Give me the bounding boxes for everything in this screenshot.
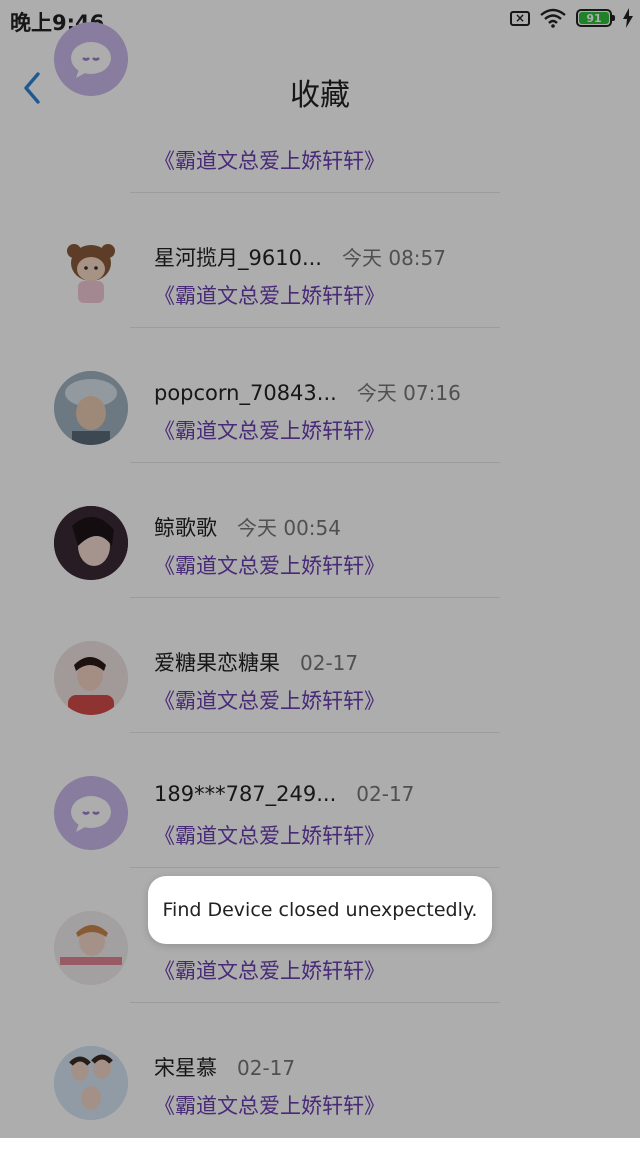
divider (130, 597, 500, 598)
user-name-line: popcorn_70843... 今天 07:16 (154, 377, 461, 406)
user-name: popcorn_70843... (154, 381, 337, 405)
avatar (54, 911, 128, 985)
book-title: 《霸道文总爱上娇轩轩》 (154, 419, 385, 443)
user-name: 星河揽月_9610... (154, 246, 322, 270)
user-name-line: 爱糖果恋糖果 02-17 (154, 647, 358, 677)
divider (130, 732, 500, 733)
chat-bubble-icon (71, 796, 111, 832)
book-title: 《霸道文总爱上娇轩轩》 (154, 689, 385, 713)
avatar-photo-girl (54, 506, 128, 580)
avatar-photo-boy (54, 911, 128, 985)
book-title: 《霸道文总爱上娇轩轩》 (154, 284, 385, 308)
list-item[interactable]: 爱糖果恋糖果 02-17 《霸道文总爱上娇轩轩》 (0, 627, 640, 762)
user-name-line: 宋星慕 02-17 (154, 1052, 295, 1082)
avatar (54, 776, 128, 850)
book-title: 《霸道文总爱上娇轩轩》 (154, 554, 385, 578)
user-name-line: 星河揽月_9610... 今天 08:57 (154, 242, 446, 272)
divider (130, 867, 500, 868)
timestamp: 02-17 (237, 1056, 296, 1080)
list-item[interactable]: 星河揽月_9610... 今天 08:57 《霸道文总爱上娇轩轩》 (0, 222, 640, 357)
avatar (54, 641, 128, 715)
divider (130, 327, 500, 328)
user-name: 鲸歌歌 (154, 516, 217, 540)
book-title: 《霸道文总爱上娇轩轩》 (154, 824, 385, 848)
user-name: 宋星慕 (154, 1056, 217, 1080)
avatar-cartoon-bear-girl (67, 244, 115, 303)
list-item[interactable]: 《霸道文总爱上娇轩轩》 (0, 22, 640, 193)
avatar (54, 233, 128, 307)
avatar-photo-girl (54, 641, 128, 715)
avatar-photo-boys (54, 1046, 128, 1120)
avatar (54, 1046, 128, 1120)
timestamp: 02-17 (300, 651, 359, 675)
timestamp: 今天 00:54 (237, 516, 341, 540)
user-name-line: 鲸歌歌 今天 00:54 (154, 512, 341, 542)
book-title: 《霸道文总爱上娇轩轩》 (154, 959, 385, 983)
avatar (54, 371, 128, 445)
user-name: 爱糖果恋糖果 (154, 651, 280, 675)
chat-bubble-icon (71, 42, 111, 78)
avatar (54, 22, 128, 96)
timestamp: 02-17 (356, 782, 415, 806)
divider (130, 462, 500, 463)
divider (130, 192, 500, 193)
avatar-photo-boy (54, 371, 128, 445)
user-name-line: 189***787_249... 02-17 (154, 782, 414, 806)
book-title: 《霸道文总爱上娇轩轩》 (154, 1094, 385, 1118)
avatar (54, 506, 128, 580)
timestamp: 今天 08:57 (341, 246, 446, 270)
toast-message: Find Device closed unexpectedly. (148, 876, 492, 944)
timestamp: 今天 07:16 (356, 381, 461, 405)
list-item[interactable]: 宋星慕 02-17 《霸道文总爱上娇轩轩》 (0, 1032, 640, 1167)
list-item[interactable]: popcorn_70843... 今天 07:16 《霸道文总爱上娇轩轩》 (0, 357, 640, 492)
book-title: 《霸道文总爱上娇轩轩》 (154, 149, 385, 173)
list-item[interactable]: 鲸歌歌 今天 00:54 《霸道文总爱上娇轩轩》 (0, 492, 640, 627)
divider (130, 1002, 500, 1003)
user-name: 189***787_249... (154, 782, 337, 806)
